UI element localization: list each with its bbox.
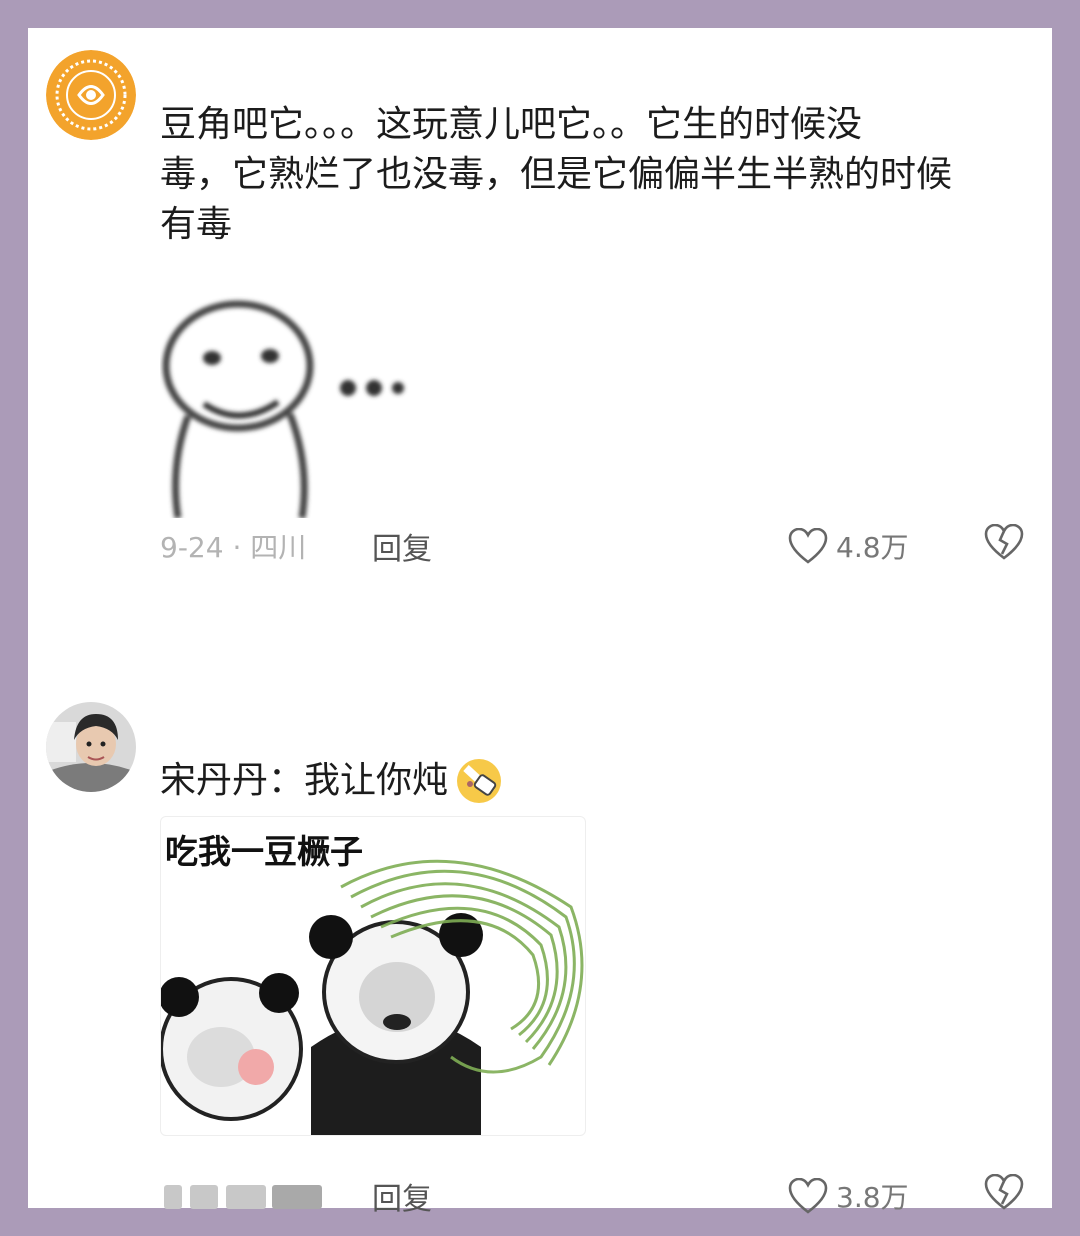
- dislike-button[interactable]: [984, 1173, 1028, 1218]
- comment-text: 宋丹丹：我让你炖: [160, 754, 1020, 808]
- comment-meta: 回复: [160, 1174, 432, 1218]
- blurred-date-location: [160, 1181, 360, 1211]
- broken-heart-icon: [984, 523, 1024, 560]
- emoji-icon: [452, 754, 506, 808]
- comment-card: 豆角吧它。。。这玩意儿吧它。。它生的时候没 毒，它熟烂了也没毒，但是它偏偏半生半…: [28, 28, 1052, 1217]
- comment-text-line: 宋丹丹：我让你炖: [160, 760, 449, 801]
- comment-item: 豆角吧它。。。这玩意儿吧它。。它生的时候没 毒，它熟烂了也没毒，但是它偏偏半生半…: [28, 28, 1052, 588]
- dislike-button[interactable]: [984, 523, 1028, 568]
- meme-panda-image[interactable]: 吃我一豆橛子: [160, 816, 586, 1136]
- comment-text-line: 有毒: [160, 204, 233, 245]
- comment-item: 宋丹丹：我让你炖 吃我一豆橛子 回复 3.8万: [28, 688, 1052, 1217]
- reply-button[interactable]: 回复: [372, 1174, 432, 1218]
- like-count: 4.8万: [836, 531, 909, 564]
- broken-heart-icon: [984, 1173, 1024, 1210]
- comment-text-line: 豆角吧它。。。这玩意儿吧它。。它生的时候没: [160, 104, 863, 145]
- meme-sticker-image[interactable]: [160, 296, 420, 519]
- like-count: 3.8万: [836, 1181, 909, 1214]
- heart-icon: [788, 1178, 828, 1214]
- comment-meta: 9-24 · 四川 回复: [160, 524, 432, 568]
- like-button[interactable]: 4.8万: [788, 524, 909, 568]
- comment-text-line: 毒，它熟烂了也没毒，但是它偏偏半生半熟的时候: [160, 154, 953, 195]
- comment-text: 豆角吧它。。。这玩意儿吧它。。它生的时候没 毒，它熟烂了也没毒，但是它偏偏半生半…: [160, 100, 1020, 250]
- like-button[interactable]: 3.8万: [788, 1174, 909, 1218]
- reply-button[interactable]: 回复: [372, 524, 432, 568]
- date-location: 9-24 · 四川: [160, 531, 307, 564]
- avatar[interactable]: [46, 50, 136, 140]
- heart-icon: [788, 528, 828, 564]
- avatar[interactable]: [46, 702, 136, 792]
